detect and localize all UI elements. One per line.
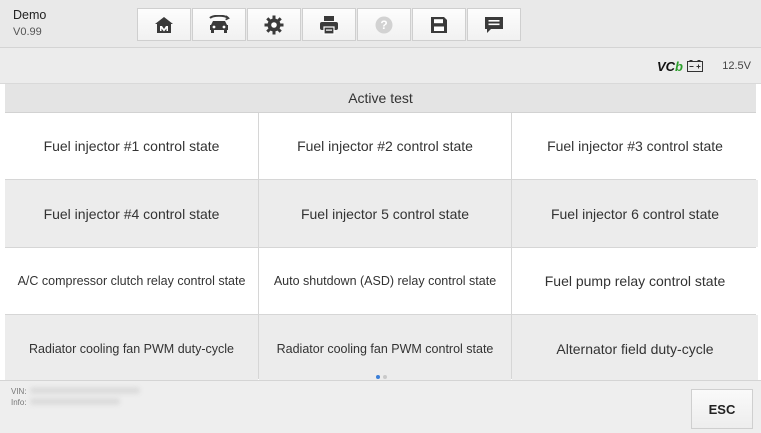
top-toolbar: Demo V0.99 ? bbox=[0, 0, 761, 48]
app-title: Demo bbox=[13, 8, 47, 22]
test-item-ac-compressor-relay[interactable]: A/C compressor clutch relay control stat… bbox=[5, 248, 258, 314]
test-item-fuel-injector-4[interactable]: Fuel injector #4 control state bbox=[5, 180, 258, 247]
save-button[interactable] bbox=[412, 8, 466, 41]
printer-icon bbox=[320, 15, 338, 35]
vin-label: VIN: bbox=[11, 387, 27, 396]
help-icon: ? bbox=[375, 16, 393, 33]
test-item-alternator-field[interactable]: Alternator field duty-cycle bbox=[512, 315, 758, 382]
test-item-fuel-injector-3[interactable]: Fuel injector #3 control state bbox=[512, 113, 758, 179]
settings-button[interactable] bbox=[247, 8, 301, 41]
data-logging-icon bbox=[485, 16, 503, 33]
test-item-fuel-injector-1[interactable]: Fuel injector #1 control state bbox=[5, 113, 258, 179]
footer-bar: VIN: Info: ESC bbox=[0, 380, 761, 433]
test-item-radiator-fan-control[interactable]: Radiator cooling fan PWM control state bbox=[259, 315, 511, 382]
test-item-fuel-injector-5[interactable]: Fuel injector 5 control state bbox=[259, 180, 511, 247]
esc-button[interactable]: ESC bbox=[691, 389, 753, 429]
test-item-fuel-injector-6[interactable]: Fuel injector 6 control state bbox=[512, 180, 758, 247]
active-test-grid: Fuel injector #1 control state Fuel inje… bbox=[5, 113, 758, 382]
info-value-redacted bbox=[30, 398, 120, 405]
help-button[interactable]: ? bbox=[357, 8, 411, 41]
vehicle-swap-icon bbox=[209, 14, 230, 33]
gear-icon bbox=[264, 15, 284, 34]
status-bar: VCb 12.5V bbox=[0, 48, 761, 84]
page-title: Active test bbox=[5, 84, 756, 113]
vci-text: VC bbox=[656, 59, 676, 74]
test-item-fuel-injector-2[interactable]: Fuel injector #2 control state bbox=[259, 113, 511, 179]
page-dot-active bbox=[376, 375, 380, 379]
vci-suffix: b bbox=[675, 59, 683, 74]
vci-indicator: VCb bbox=[657, 59, 683, 74]
test-item-asd-relay[interactable]: Auto shutdown (ASD) relay control state bbox=[259, 248, 511, 314]
print-button[interactable] bbox=[302, 8, 356, 41]
page-indicator bbox=[376, 375, 387, 379]
test-item-radiator-fan-duty[interactable]: Radiator cooling fan PWM duty-cycle bbox=[5, 315, 258, 382]
voltage-readout: 12.5V bbox=[722, 60, 751, 72]
battery-icon bbox=[687, 60, 703, 72]
save-icon bbox=[431, 16, 447, 33]
svg-text:?: ? bbox=[380, 18, 387, 32]
data-logging-button[interactable] bbox=[467, 8, 521, 41]
vehicle-swap-button[interactable] bbox=[192, 8, 246, 41]
vin-value-redacted bbox=[30, 387, 140, 394]
home-icon bbox=[155, 16, 173, 33]
app-version: V0.99 bbox=[13, 26, 42, 38]
home-button[interactable] bbox=[137, 8, 191, 41]
toolbar-buttons: ? bbox=[137, 8, 522, 41]
test-item-fuel-pump-relay[interactable]: Fuel pump relay control state bbox=[512, 248, 758, 314]
info-label: Info: bbox=[11, 398, 27, 407]
page-dot bbox=[383, 375, 387, 379]
